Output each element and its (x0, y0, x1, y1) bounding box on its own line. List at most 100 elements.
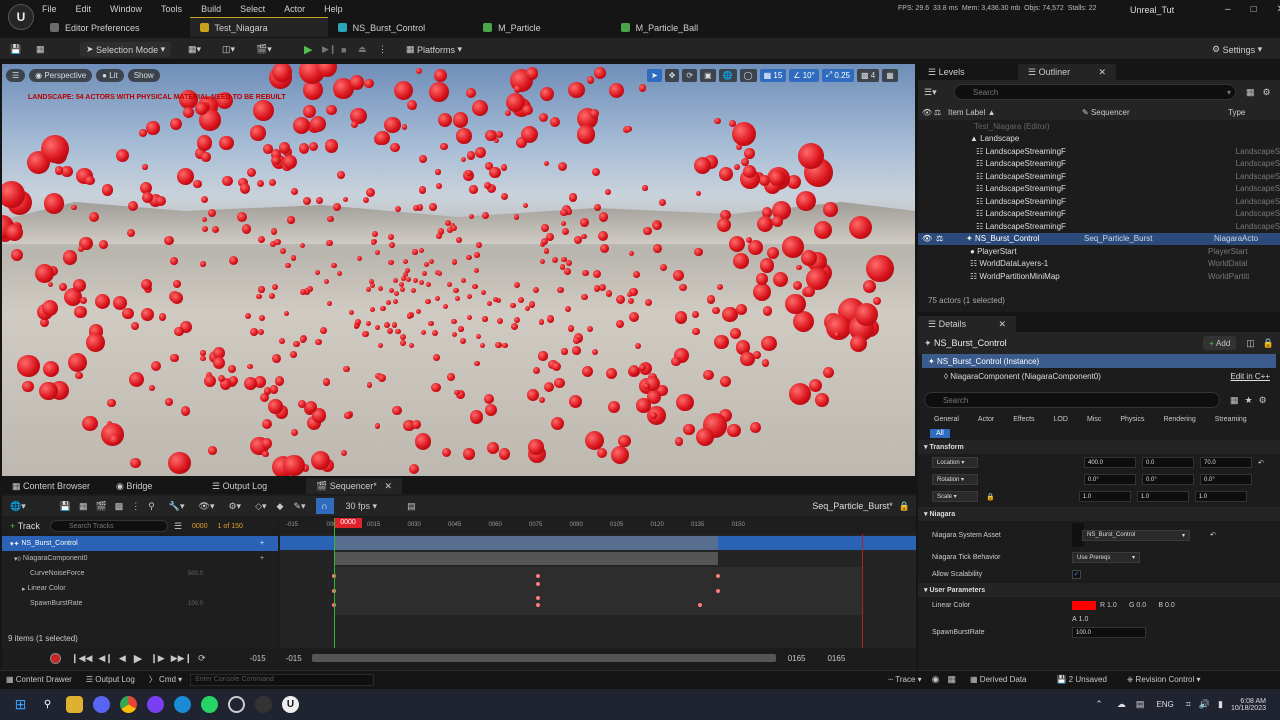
scale-tool-icon[interactable]: ▣ (700, 68, 716, 82)
add-component-button[interactable]: + Add (1203, 336, 1237, 350)
platforms-button[interactable]: ▦ Platforms ▾ (406, 42, 462, 57)
section-niagara[interactable]: ▾ Niagara (918, 507, 1280, 521)
col-type[interactable]: Type (1228, 108, 1245, 117)
tab-output-log[interactable]: ☰ Output Log (202, 478, 306, 494)
table-row[interactable]: ☷ LandscapeStreamingF LandscapeS (918, 158, 1280, 171)
filter-icon[interactable]: ☰ (174, 521, 182, 532)
col-item-label[interactable]: Item Label ▲ (948, 108, 1082, 117)
settings-icon[interactable]: ⚙ (1263, 87, 1271, 98)
unsaved-button[interactable]: 💾 2 Unsaved (1056, 675, 1106, 684)
color-swatch[interactable] (1072, 601, 1096, 610)
more-options-icon[interactable]: ⋮ (378, 42, 387, 57)
keyframe[interactable] (536, 596, 540, 600)
wrench-icon[interactable]: 🔧▾ (169, 501, 185, 512)
record-icon[interactable] (50, 652, 61, 664)
filter-streaming[interactable]: Streaming (1215, 416, 1247, 423)
key-icon[interactable]: ⚲ (148, 501, 155, 512)
selection-mode-button[interactable]: ➤ Selection Mode ▾ (80, 42, 172, 57)
unreal-engine-icon[interactable]: U (282, 696, 299, 713)
filter-rendering[interactable]: Rendering (1163, 416, 1195, 423)
allow-scalability-checkbox[interactable]: ✓ (1072, 570, 1081, 579)
lock-icon[interactable]: 🔒 (986, 493, 995, 501)
menu-tools[interactable]: Tools (161, 4, 182, 14)
tab-levels[interactable]: ☰ Levels (918, 64, 1018, 80)
settings-icon[interactable]: ⚙ (1259, 395, 1267, 406)
details-search-input[interactable]: Search (924, 392, 1220, 408)
section-transform[interactable]: ▾ Transform (918, 440, 1280, 454)
content-drawer-button[interactable]: ▦ Content Drawer (6, 675, 72, 684)
settings-button[interactable]: ⚙ Settings ▾ (1212, 42, 1262, 57)
snap-magnet-icon[interactable]: ∩ (315, 498, 334, 514)
outliner-search-input[interactable]: Search ▾ (954, 84, 1236, 100)
browser-icon[interactable] (174, 696, 191, 713)
tab-bridge[interactable]: ◉ Bridge (106, 478, 202, 494)
step-icon[interactable]: ▶❙ (322, 42, 336, 57)
visibility-icon[interactable]: 👁 (922, 234, 936, 243)
play-icon[interactable]: ▶ (304, 42, 312, 57)
tab-ns-burst-control[interactable]: NS_Burst_Control (328, 17, 474, 37)
save-icon[interactable]: 💾 (60, 501, 71, 512)
perspective-button[interactable]: ◉ Perspective (29, 68, 93, 82)
sequencer-timeline[interactable]: -015 0000 0015 0030 0045 0060 0075 0090 0105 0120… (280, 518, 916, 648)
system-asset-dropdown[interactable]: NS_Burst_Control ▾ (1082, 529, 1190, 541)
network-icon[interactable]: ▤ (1136, 699, 1145, 710)
component-instance-row[interactable]: ✦ NS_Burst_Control (Instance) (922, 354, 1276, 368)
keyframe[interactable] (536, 574, 540, 578)
minimize-icon[interactable]: – (1225, 4, 1231, 15)
table-row[interactable]: ☷ WorldPartitionMiniMap WorldPartiti (918, 270, 1280, 283)
world-row[interactable]: Test_Niagara (Editor) (918, 120, 1280, 133)
level-viewport[interactable]: ☰ ◉ Perspective ● Lit Show LANDSCAPE: 54… (2, 64, 915, 476)
keyframe[interactable] (698, 603, 702, 607)
rotation-z[interactable]: 0.0° (1200, 474, 1252, 485)
output-log-button[interactable]: ☰ Output Log (86, 675, 135, 684)
edit-in-cpp-link[interactable]: Edit in C++ (1230, 372, 1270, 381)
language-indicator[interactable]: ENG (1156, 700, 1173, 709)
record-icon[interactable]: ◉ (932, 674, 940, 685)
reset-icon[interactable]: ↶ (1258, 459, 1264, 467)
track-linear-color[interactable]: ▸ Linear Color (2, 581, 278, 596)
scale-z[interactable]: 1.0 (1194, 491, 1247, 502)
whatsapp-icon[interactable] (201, 696, 218, 713)
filter-physics[interactable]: Physics (1120, 416, 1144, 423)
track-niagara-component[interactable]: ▾◊ NiagaraComponent0 + (2, 551, 278, 566)
save-icon[interactable]: 💾 (10, 42, 21, 57)
tray-chevron-icon[interactable]: ⌃ (1095, 699, 1103, 710)
add-track-button[interactable]: Track (18, 521, 40, 531)
filter-icon[interactable]: ☰▾ (924, 87, 954, 98)
stop-icon[interactable]: ■ (341, 42, 346, 57)
section-niagara-component[interactable] (334, 552, 718, 565)
table-row[interactable]: ☷ LandscapeStreamingF LandscapeS (918, 170, 1280, 183)
blueprint-icon[interactable]: ◫ (1246, 338, 1255, 349)
table-row[interactable]: ☷ LandscapeStreamingF LandscapeS (918, 220, 1280, 233)
show-button[interactable]: Show (127, 68, 160, 82)
plus-icon[interactable]: + (260, 540, 264, 547)
close-tab-icon[interactable]: ✕ (998, 319, 1006, 330)
jump-start-icon[interactable]: ❙◀◀ (71, 653, 92, 664)
world-space-icon[interactable]: 🌐 (718, 68, 737, 82)
keyframe[interactable] (536, 582, 540, 586)
table-row[interactable]: ● PlayerStart PlayerStart (918, 245, 1280, 258)
tab-content-browser[interactable]: ▦ Content Browser (2, 478, 106, 494)
scale-dropdown[interactable]: Scale ▾ (932, 491, 978, 502)
menu-build[interactable]: Build (201, 4, 221, 14)
keyframe[interactable] (716, 589, 720, 593)
lit-button[interactable]: ● Lit (96, 68, 124, 82)
add-actor-icon[interactable]: ▦▾ (188, 42, 201, 57)
star-icon[interactable]: ★ (1245, 395, 1253, 406)
location-x[interactable]: 400.0 (1084, 457, 1136, 468)
filter-general[interactable]: General (934, 416, 959, 423)
grid-snap-button[interactable]: ▦ 15 (759, 68, 787, 82)
cmd-button[interactable]: 〉 Cmd ▾ (149, 674, 182, 685)
location-dropdown[interactable]: Location ▾ (932, 457, 978, 468)
table-row[interactable]: ☷ LandscapeStreamingF LandscapeS (918, 208, 1280, 221)
rotation-dropdown[interactable]: Rotation ▾ (932, 474, 978, 485)
current-frame[interactable]: 0000 (192, 523, 208, 530)
chrome-icon[interactable] (120, 696, 137, 713)
close-tab-icon[interactable]: ✕ (384, 481, 392, 492)
rotation-x[interactable]: 0.0° (1084, 474, 1136, 485)
component-row[interactable]: ◊ NiagaraComponent (NiagaraComponent0) Ed… (918, 368, 1280, 384)
close-icon[interactable]: ✕ (1277, 4, 1280, 15)
menu-edit[interactable]: Edit (76, 4, 92, 14)
trace-button[interactable]: ┄ Trace ▾ (888, 675, 921, 684)
search-tracks-input[interactable]: Search Tracks (49, 520, 168, 532)
